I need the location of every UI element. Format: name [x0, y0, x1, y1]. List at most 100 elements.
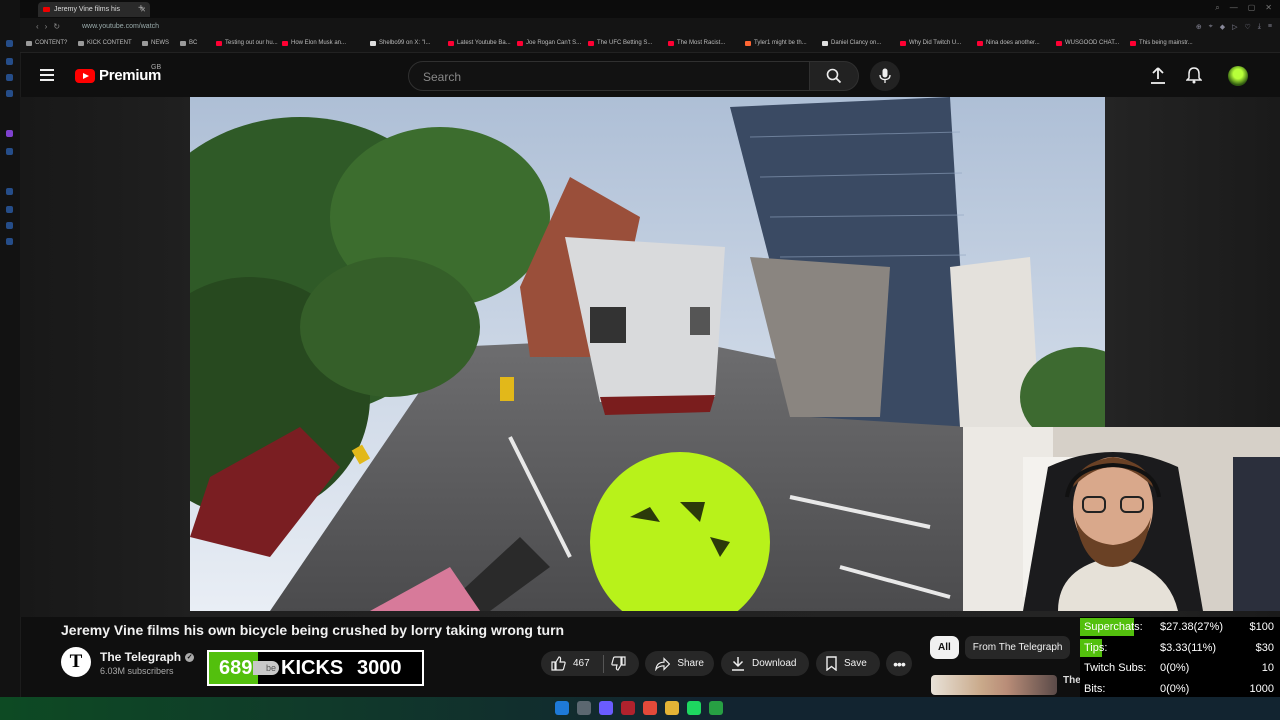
reload-icon[interactable]: ↻ [53, 22, 66, 31]
account-avatar[interactable] [1228, 66, 1248, 86]
channel-logo[interactable]: T [61, 647, 91, 677]
sidebar-app-icon[interactable] [6, 188, 13, 195]
bookmark-item[interactable]: Joe Rogan Can't S... [517, 40, 581, 46]
overlay-goal-row: Twitch Subs: 0(0%) 10 [1080, 658, 1280, 678]
bookmark-item[interactable]: Testing out our hu... [216, 40, 278, 46]
sidebar-app-icon[interactable] [6, 206, 13, 213]
sidebar-app-icon[interactable] [6, 58, 13, 65]
youtube-premium-logo[interactable]: Premium GB [75, 64, 161, 84]
bookmark-label: Why Did Twitch U... [909, 40, 962, 46]
search-icon [826, 68, 842, 84]
bookmark-item[interactable]: CONTENT? [26, 40, 67, 46]
bookmark-label: This being mainstr... [1139, 40, 1193, 46]
channel-name-row[interactable]: The Telegraph ✓ [100, 650, 195, 664]
share-button[interactable]: Share [645, 651, 714, 676]
bookmark-favicon-icon [1130, 40, 1136, 46]
url-field[interactable]: www.youtube.com/watch [82, 23, 159, 30]
bookmark-label: KICK CONTENT [87, 40, 132, 46]
download-icon[interactable]: ⤓ [1258, 23, 1261, 31]
bookmark-label: Nina does another... [986, 40, 1040, 46]
bookmark-item[interactable]: WUSGOOD CHAT... [1056, 40, 1119, 46]
search-button[interactable] [809, 61, 859, 91]
kick-goal-current: 689 [219, 657, 253, 679]
bookmark-item[interactable]: Latest Youtube Ba... [448, 40, 511, 46]
voice-search-button[interactable] [870, 61, 900, 91]
overlay-goal-value: 0(0%) [1160, 662, 1190, 675]
save-button[interactable]: Save [816, 651, 880, 676]
back-icon[interactable]: ‹ [36, 22, 45, 31]
related-video-thumbnail[interactable] [931, 675, 1057, 695]
new-tab-button[interactable]: + [138, 2, 144, 16]
bookmark-favicon-icon [588, 40, 594, 46]
sidebar-settings-icon[interactable] [6, 238, 13, 245]
microphone-icon [879, 68, 891, 83]
start-windows-icon[interactable] [555, 701, 569, 715]
sidebar-app-icon[interactable] [6, 74, 13, 81]
bookmark-icon[interactable]: ♡ [1245, 23, 1251, 31]
bookmark-item[interactable]: This being mainstr... [1130, 40, 1193, 46]
close-window-icon[interactable]: ✕ [1265, 3, 1272, 13]
address-bar: ‹›↻ www.youtube.com/watch ⊕ ⌖ ◆ ▷ ♡ ⤓ ≡ [20, 18, 1280, 38]
like-icon[interactable] [551, 656, 566, 671]
taskbar-app-icon[interactable] [621, 701, 635, 715]
bookmark-item[interactable]: KICK CONTENT [78, 40, 132, 46]
kick-goal-target: 3000 [357, 657, 402, 679]
kick-goal-bar: be 689 KICKS 3000 [207, 650, 424, 686]
filter-chip[interactable]: All [930, 636, 959, 659]
search-tabs-icon[interactable]: ⌕ [1215, 3, 1219, 13]
bookmark-item[interactable]: Tyler1 might be th... [745, 40, 807, 46]
bookmark-label: How Elon Musk an... [291, 40, 347, 46]
screenshot-icon[interactable]: ⌖ [1209, 23, 1213, 31]
bookmark-favicon-icon [216, 40, 222, 46]
bookmark-item[interactable]: Daniel Clancy on... [822, 40, 881, 46]
browser-tab[interactable]: Jeremy Vine films his ✕ [38, 2, 150, 17]
upload-icon[interactable] [1150, 67, 1166, 85]
search-box [408, 61, 810, 91]
download-label: Download [752, 658, 797, 669]
sidebar-app-icon[interactable] [6, 222, 13, 229]
bookmark-item[interactable]: How Elon Musk an... [282, 40, 346, 46]
spotify-icon[interactable] [687, 701, 701, 715]
subscribe-button-fragment[interactable]: be [253, 661, 279, 675]
taskbar-browser-icon[interactable] [643, 701, 657, 715]
xbox-icon[interactable] [709, 701, 723, 715]
like-count[interactable]: 467 [573, 658, 590, 669]
sidebar-twitch-icon[interactable] [6, 130, 13, 137]
extension-icon[interactable]: ◆ [1220, 23, 1225, 31]
bookmark-label: Daniel Clancy on... [831, 40, 882, 46]
minimize-icon[interactable]: — [1230, 3, 1238, 13]
bookmark-label: Testing out our hu... [225, 40, 278, 46]
windows-taskbar [0, 697, 1280, 720]
taskbar-search-icon[interactable] [577, 701, 591, 715]
dislike-icon[interactable] [610, 656, 626, 671]
download-icon [732, 657, 744, 671]
bookmark-item[interactable]: Nina does another... [977, 40, 1040, 46]
save-label: Save [844, 658, 867, 669]
bookmark-item[interactable]: Why Did Twitch U... [900, 40, 961, 46]
zoom-icon[interactable]: ⊕ [1196, 23, 1202, 31]
sidebar-messenger-icon[interactable] [6, 148, 13, 155]
bookmark-item[interactable]: BC [180, 40, 197, 46]
bookmark-item[interactable]: The Most Racist... [668, 40, 725, 46]
more-actions-button[interactable]: ••• [886, 651, 912, 676]
play-icon[interactable]: ▷ [1232, 23, 1237, 31]
sidebar-app-icon[interactable] [6, 40, 13, 47]
overlay-goal-label: Tips: [1084, 641, 1108, 654]
download-button[interactable]: Download [721, 651, 809, 676]
hamburger-menu-icon[interactable] [40, 69, 54, 81]
bookmark-label: Joe Rogan Can't S... [526, 40, 582, 46]
bookmark-item[interactable]: NEWS [142, 40, 169, 46]
sidebar-app-icon[interactable] [6, 90, 13, 97]
search-input[interactable] [421, 69, 795, 85]
youtube-favicon-icon [43, 7, 50, 12]
bookmark-item[interactable]: The UFC Betting S... [588, 40, 652, 46]
bookmark-item[interactable]: Shelbo99 on X: "I... [370, 40, 431, 46]
maximize-icon[interactable]: ▢ [1248, 3, 1256, 13]
file-explorer-icon[interactable] [665, 701, 679, 715]
notifications-bell-icon[interactable] [1186, 66, 1202, 84]
channel-name[interactable]: The Telegraph [100, 650, 181, 664]
bookmarks-bar: CONTENT? KICK CONTENT NEWS BC Testing out ou… [20, 38, 1280, 53]
taskbar-app-icon[interactable] [599, 701, 613, 715]
filter-chip[interactable]: From The Telegraph [964, 636, 1071, 659]
menu-icon[interactable]: ≡ [1268, 23, 1272, 31]
